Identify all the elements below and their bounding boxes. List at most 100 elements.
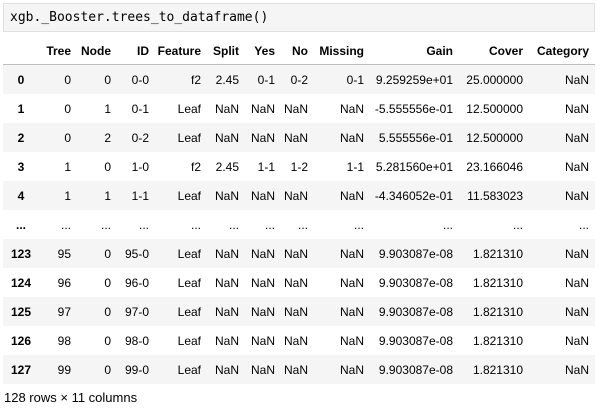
table-cell: NaN [564, 159, 589, 174]
table-cell: NaN [283, 275, 308, 290]
header-cell: ID [117, 37, 155, 65]
table-cell: NaN [283, 304, 308, 319]
row-index: 125 [10, 304, 32, 319]
table-cell: 9.903087e-08 [378, 362, 453, 377]
table-cell: ... [190, 217, 201, 232]
table-cell: Leaf [177, 333, 201, 348]
table-cell: 96-0 [124, 275, 149, 290]
table-cell: 98 [57, 333, 71, 348]
table-cell: NaN [564, 72, 589, 87]
table-cell: 1 [64, 159, 71, 174]
table-cell: NaN [250, 101, 275, 116]
table-cell: Leaf [177, 275, 201, 290]
table-cell: f2 [190, 72, 201, 87]
table-cell: Leaf [177, 101, 201, 116]
table-cell: ... [228, 217, 239, 232]
table-cell: 1-1 [257, 159, 275, 174]
code-text: xgb._Booster.trees_to_dataframe() [10, 10, 269, 25]
table-row: 4 1 1 1-1 Leaf NaN NaN NaN NaN -4.346052e-01 11.58… [3, 181, 595, 210]
table-cell: ... [297, 217, 308, 232]
table-cell: 1 [64, 188, 71, 203]
row-index: 123 [10, 246, 32, 261]
table-cell: NaN [250, 275, 275, 290]
table-cell: NaN [283, 188, 308, 203]
table-cell: 1-0 [131, 159, 149, 174]
table-cell: Leaf [177, 246, 201, 261]
row-index: 127 [10, 362, 32, 377]
table-cell: NaN [214, 246, 239, 261]
table-cell: 0-1 [131, 101, 149, 116]
table-cell: 1.821310 [472, 275, 523, 290]
table-cell: NaN [250, 246, 275, 261]
header-cell: Tree [39, 37, 77, 65]
table-header: Tree Node ID Feature Split Yes No Missin… [3, 37, 595, 65]
table-row: 2 0 2 0-2 Leaf NaN NaN NaN NaN 5.555556e-01 12.500… [3, 123, 595, 152]
table-cell: 9.903087e-08 [378, 304, 453, 319]
table-row: 124 96 0 96-0 Leaf NaN NaN NaN NaN 9.903087e-08 1.… [3, 268, 595, 297]
table-cell: 0 [104, 362, 111, 377]
table-cell: 9.903087e-08 [378, 333, 453, 348]
table-cell: NaN [214, 333, 239, 348]
table-cell: 98-0 [124, 333, 149, 348]
table-cell: 1-1 [131, 188, 149, 203]
row-index: 126 [10, 333, 32, 348]
header-cell: Missing [314, 37, 370, 65]
table-cell: 0-2 [290, 72, 308, 87]
table-cell: 95-0 [124, 246, 149, 261]
table-cell: ... [100, 217, 111, 232]
dataframe-table: Tree Node ID Feature Split Yes No Missin… [3, 37, 595, 384]
table-cell: 1-2 [290, 159, 308, 174]
table-cell: NaN [214, 275, 239, 290]
header-cell: Category [529, 37, 595, 65]
table-cell: NaN [283, 101, 308, 116]
table-cell: 1.821310 [472, 246, 523, 261]
table-cell: 11.583023 [467, 188, 523, 203]
table-cell: Leaf [177, 188, 201, 203]
table-row: 1 0 1 0-1 Leaf NaN NaN NaN NaN -5.555556e-01 12.50… [3, 94, 595, 123]
table-cell: NaN [564, 101, 589, 116]
table-cell: 99-0 [124, 362, 149, 377]
table-cell: 1-1 [346, 159, 364, 174]
code-cell[interactable]: xgb._Booster.trees_to_dataframe() [3, 3, 595, 32]
table-cell: NaN [339, 333, 364, 348]
table-cell: 0 [64, 101, 71, 116]
table-cell: NaN [250, 130, 275, 145]
table-cell: 0 [104, 333, 111, 348]
row-index: 0 [17, 72, 25, 87]
table-cell: ... [578, 217, 589, 232]
table-cell: 0-2 [131, 130, 149, 145]
table-cell: NaN [214, 304, 239, 319]
row-index: 2 [17, 130, 25, 145]
table-cell: 23.166046 [466, 159, 523, 174]
table-cell: NaN [564, 304, 589, 319]
table-row: 123 95 0 95-0 Leaf NaN NaN NaN NaN 9.903087e-08 1.… [3, 239, 595, 268]
table-cell: NaN [214, 362, 239, 377]
table-cell: NaN [250, 362, 275, 377]
table-cell: 99 [57, 362, 71, 377]
table-cell: -4.346052e-01 [374, 188, 453, 203]
table-cell: NaN [339, 304, 364, 319]
table-cell: 1 [104, 101, 111, 116]
table-row: 0 0 0 0-0 f2 2.45 0-1 0-2 0-1 9.259259e+01 25.0000… [3, 64, 595, 94]
header-cell: Gain [370, 37, 459, 65]
table-cell: NaN [564, 130, 589, 145]
table-cell: NaN [283, 130, 308, 145]
table-cell: ... [512, 217, 523, 232]
table-cell: 0 [104, 159, 111, 174]
table-cell: 97-0 [124, 304, 149, 319]
table-cell: 0-0 [131, 72, 149, 87]
table-cell: NaN [283, 362, 308, 377]
table-cell: NaN [250, 188, 275, 203]
table-row: 125 97 0 97-0 Leaf NaN NaN NaN NaN 9.903087e-08 1.… [3, 297, 595, 326]
table-cell: NaN [339, 246, 364, 261]
table-cell: NaN [283, 333, 308, 348]
table-cell: 1.821310 [472, 333, 523, 348]
table-cell: NaN [564, 246, 589, 261]
table-cell: 96 [57, 275, 71, 290]
table-cell: NaN [564, 275, 589, 290]
header-cell: Feature [155, 37, 207, 65]
table-cell: f2 [190, 159, 201, 174]
table-cell: NaN [339, 101, 364, 116]
table-row: 126 98 0 98-0 Leaf NaN NaN NaN NaN 9.903087e-08 1.… [3, 326, 595, 355]
table-cell: 2.45 [215, 72, 239, 87]
